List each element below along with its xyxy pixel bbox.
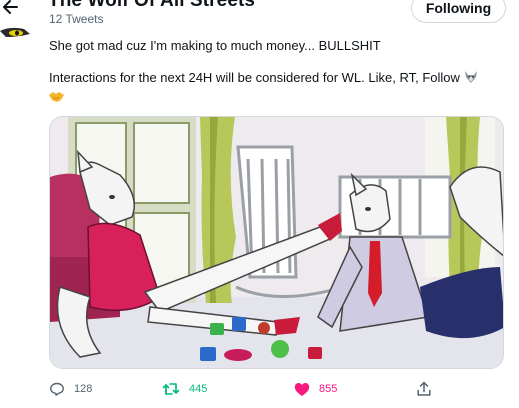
- back-arrow-icon[interactable]: [0, 0, 22, 18]
- share-action[interactable]: [416, 380, 432, 398]
- tweet-text-line-2-text: Interactions for the next 24H will be co…: [49, 70, 460, 85]
- tweet-text-line-2: Interactions for the next 24H will be co…: [49, 70, 479, 85]
- avatar[interactable]: [0, 25, 36, 41]
- wolf-face-icon: [464, 71, 477, 83]
- illustration: [50, 117, 503, 368]
- like-count: 855: [319, 383, 338, 395]
- share-icon: [417, 381, 431, 396]
- retweet-action[interactable]: 445: [162, 380, 207, 398]
- retweet-icon: [162, 383, 180, 395]
- handshake-icon: [49, 92, 64, 102]
- profile-title: The Wolf Of All Streets: [48, 0, 256, 11]
- tweet-count: 12 Tweets: [49, 12, 104, 26]
- following-button[interactable]: Following: [411, 0, 506, 23]
- reply-count: 128: [74, 383, 93, 395]
- heart-icon: [294, 382, 310, 396]
- reply-icon: [50, 382, 64, 396]
- reply-action[interactable]: 128: [49, 380, 92, 398]
- like-action[interactable]: 855: [294, 380, 337, 398]
- tweet-image[interactable]: [49, 116, 504, 369]
- tweet-text-line-1: She got mad cuz I'm making to much money…: [49, 38, 381, 53]
- retweet-count: 445: [189, 383, 208, 395]
